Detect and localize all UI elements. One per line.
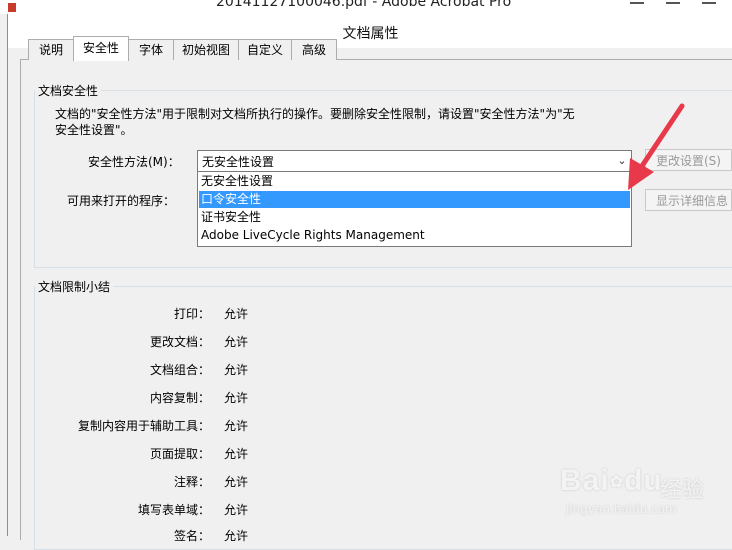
summary-value-document-assembly: 允许 <box>224 363 249 377</box>
watermark-cn: 经验 <box>660 478 705 503</box>
summary-key-form-filling: 填写表单域： <box>137 503 210 517</box>
summary-key-content-copying: 内容复制： <box>149 391 210 405</box>
summary-key-print: 打印： <box>173 307 210 321</box>
summary-value-content-copying: 允许 <box>224 391 249 405</box>
watermark-url: jingyan.baidu.com <box>566 502 677 516</box>
watermark-brand: Bai✿du <box>560 464 663 497</box>
baidu-jingyan-watermark: Bai✿du 经验 jingyan.baidu.com <box>560 458 730 522</box>
background-window-titlebar: 20141127100046.pdf - Adobe Acrobat Pro <box>0 0 732 14</box>
option-no-security[interactable]: 无安全性设置 <box>199 173 630 190</box>
close-icon[interactable] <box>702 2 716 14</box>
summary-key-accessibility-copying: 复制内容用于辅助工具： <box>77 419 210 433</box>
document-security-legend: 文档安全性 <box>38 84 99 98</box>
tab-fonts[interactable]: 字体 <box>128 39 174 60</box>
summary-value-page-extraction: 允许 <box>224 447 249 461</box>
acrobat-app-icon <box>8 3 16 12</box>
summary-value-accessibility-copying: 允许 <box>224 419 249 433</box>
tab-advanced[interactable]: 高级 <box>291 39 337 60</box>
tab-custom[interactable]: 自定义 <box>238 39 292 60</box>
summary-value-commenting: 允许 <box>224 475 249 489</box>
option-certificate-security[interactable]: 证书安全性 <box>199 209 630 226</box>
annotation-arrow-icon <box>628 103 685 190</box>
background-window-title: 20141127100046.pdf - Adobe Acrobat Pro <box>216 0 512 10</box>
security-method-dropdown[interactable]: 无安全性设置 口令安全性 证书安全性 Adobe LiveCycle Right… <box>197 171 632 247</box>
option-password-security[interactable]: 口令安全性 <box>199 191 630 208</box>
tab-initial-view[interactable]: 初始视图 <box>173 39 239 60</box>
security-method-select[interactable]: 无安全性设置 ⌄ <box>197 150 632 172</box>
security-description: 文档的"安全性方法"用于限制对文档所执行的操作。要删除安全性限制，请设置"安全性… <box>55 107 575 137</box>
summary-value-print: 允许 <box>224 307 249 321</box>
option-livecycle-rights-management[interactable]: Adobe LiveCycle Rights Management <box>199 227 630 244</box>
tab-description[interactable]: 说明 <box>28 39 74 60</box>
summary-key-change-document: 更改文档： <box>149 335 210 349</box>
security-method-label: 安全性方法(M)： <box>88 155 180 169</box>
summary-value-form-filling: 允许 <box>224 503 249 517</box>
security-method-value: 无安全性设置 <box>202 155 275 169</box>
minimize-icon[interactable] <box>630 2 644 14</box>
restrictions-summary-legend: 文档限制小结 <box>38 280 111 294</box>
maximize-icon[interactable] <box>666 2 680 14</box>
summary-key-page-extraction: 页面提取： <box>149 447 210 461</box>
summary-value-change-document: 允许 <box>224 335 249 349</box>
open-with-label: 可用来打开的程序： <box>67 194 176 208</box>
tab-security[interactable]: 安全性 <box>73 36 129 61</box>
summary-key-document-assembly: 文档组合： <box>149 363 210 377</box>
summary-key-commenting: 注释： <box>173 475 210 489</box>
